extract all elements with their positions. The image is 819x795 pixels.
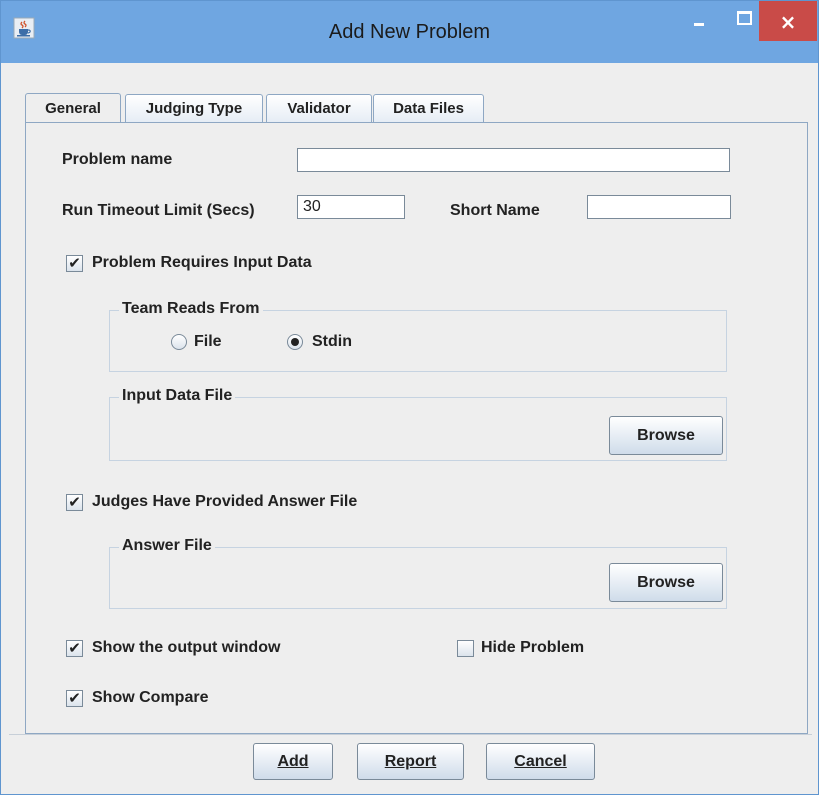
short-name-input[interactable] <box>587 195 731 219</box>
tab-judging-type[interactable]: Judging Type <box>125 94 263 122</box>
problem-name-label: Problem name <box>62 151 173 168</box>
file-radio[interactable] <box>171 334 187 350</box>
show-compare-label: Show Compare <box>92 689 209 706</box>
answer-file-title: Answer File <box>119 537 215 555</box>
report-button-label: Report <box>384 752 437 770</box>
stdin-radio-label: Stdin <box>312 333 352 350</box>
judges-answer-checkbox[interactable]: ✔ <box>66 494 83 511</box>
browse-input-file-button[interactable]: Browse <box>609 416 723 455</box>
close-glyph: × <box>779 10 797 34</box>
add-button-label: Add <box>277 752 309 770</box>
report-button[interactable]: Report <box>357 743 464 780</box>
browse-answer-file-button[interactable]: Browse <box>609 563 723 602</box>
requires-input-checkbox[interactable]: ✔ <box>66 255 83 272</box>
requires-input-label: Problem Requires Input Data <box>92 254 312 271</box>
problem-name-input[interactable] <box>297 148 730 172</box>
footer-divider <box>9 734 812 735</box>
run-timeout-label: Run Timeout Limit (Secs) <box>62 202 255 219</box>
add-button[interactable]: Add <box>253 743 333 780</box>
minimize-icon[interactable] <box>684 1 714 41</box>
hide-problem-checkbox[interactable] <box>457 640 474 657</box>
tab-validator[interactable]: Validator <box>266 94 372 122</box>
stdin-radio[interactable] <box>287 334 303 350</box>
cancel-button-label: Cancel <box>514 752 567 770</box>
team-reads-from-title: Team Reads From <box>119 300 263 318</box>
show-compare-checkbox[interactable]: ✔ <box>66 690 83 707</box>
tab-data-files[interactable]: Data Files <box>373 94 484 122</box>
dialog-window: Add New Problem × General Judging Type V… <box>0 0 819 795</box>
close-icon[interactable]: × <box>759 1 817 41</box>
short-name-label: Short Name <box>450 202 540 219</box>
tab-general[interactable]: General <box>25 93 121 123</box>
input-data-file-title: Input Data File <box>119 387 236 405</box>
cancel-button[interactable]: Cancel <box>486 743 595 780</box>
show-output-label: Show the output window <box>92 639 281 656</box>
run-timeout-input[interactable] <box>297 195 405 219</box>
file-radio-label: File <box>194 333 222 350</box>
hide-problem-label: Hide Problem <box>481 639 585 656</box>
judges-answer-label: Judges Have Provided Answer File <box>92 493 358 510</box>
title-bar[interactable]: Add New Problem × <box>1 1 818 63</box>
show-output-checkbox[interactable]: ✔ <box>66 640 83 657</box>
maximize-icon[interactable] <box>728 1 758 41</box>
